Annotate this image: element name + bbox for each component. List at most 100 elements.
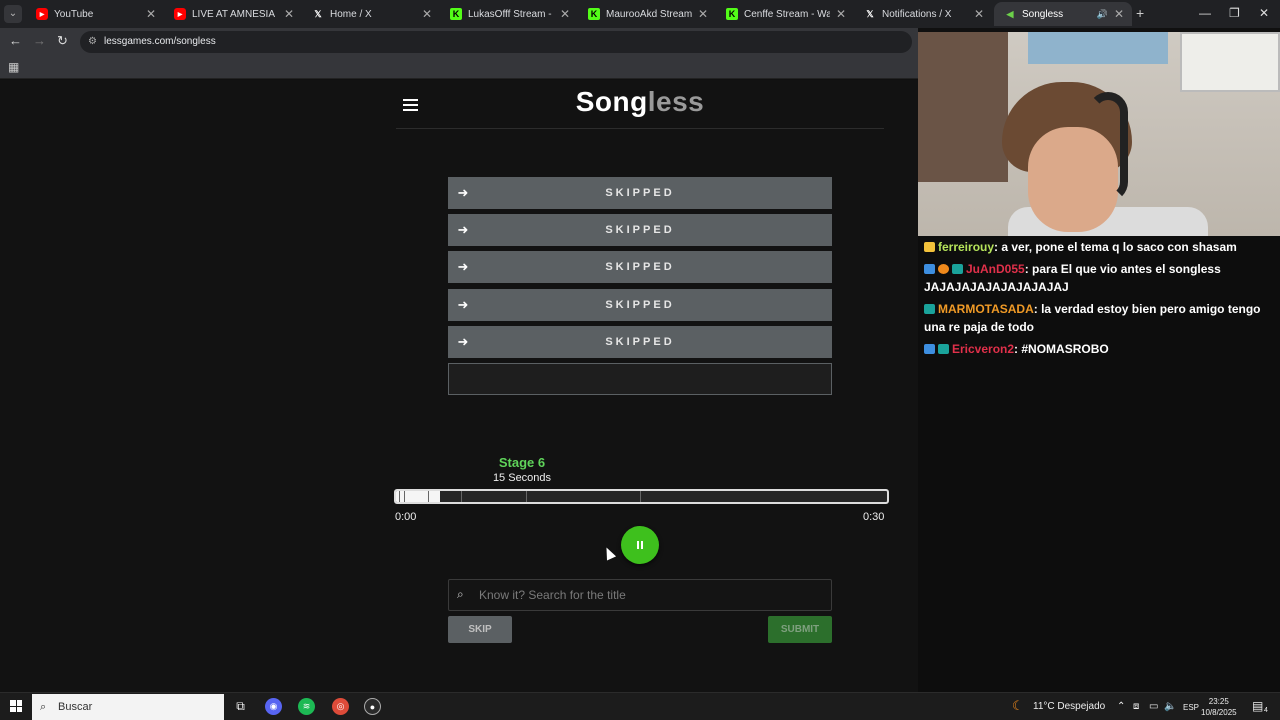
timeline-divider bbox=[428, 491, 429, 502]
tab-amnesia[interactable]: ▶ LIVE AT AMNESIA IBIZA | ... ✕ bbox=[164, 2, 302, 26]
stream-chat: ferreirouy: a ver, pone el tema q lo sac… bbox=[918, 236, 1280, 692]
minimize-button[interactable]: — bbox=[1199, 6, 1211, 20]
tab-x-home[interactable]: 𝕏 Home / X ✕ bbox=[302, 2, 440, 26]
obs-icon[interactable]: ● bbox=[364, 698, 381, 715]
menu-icon[interactable] bbox=[403, 99, 418, 114]
task-view-icon[interactable]: ⧉ bbox=[232, 698, 249, 715]
close-icon[interactable]: ✕ bbox=[284, 7, 294, 21]
forward-icon[interactable]: → bbox=[33, 33, 46, 48]
header-divider bbox=[396, 128, 884, 129]
timeline-divider bbox=[399, 491, 400, 502]
chat-username: ferreirouy bbox=[938, 240, 995, 254]
tab-title: Notifications / X bbox=[882, 8, 952, 20]
new-tab-button[interactable]: + bbox=[1136, 5, 1144, 21]
taskbar-search-placeholder: Buscar bbox=[58, 701, 93, 713]
chat-username: JuAnD055 bbox=[966, 262, 1025, 276]
close-icon[interactable]: ✕ bbox=[698, 7, 708, 21]
subscriber-badge-icon bbox=[924, 304, 935, 314]
tab-title: LIVE AT AMNESIA IBIZA | ... bbox=[192, 8, 278, 20]
close-icon[interactable]: ✕ bbox=[836, 7, 846, 21]
chrome-icon[interactable]: ◎ bbox=[332, 698, 349, 715]
timeline-divider bbox=[461, 491, 462, 502]
submit-button[interactable]: SUBMIT bbox=[768, 616, 832, 643]
founder-badge-icon bbox=[938, 264, 949, 274]
chat-username: MARMOTASADA bbox=[938, 302, 1034, 316]
kick-icon: K bbox=[450, 8, 462, 20]
language-indicator[interactable]: ESP bbox=[1183, 703, 1199, 712]
notification-icon[interactable]: ▤ bbox=[1252, 699, 1263, 713]
skip-button[interactable]: SKIP bbox=[448, 616, 512, 643]
spotify-icon[interactable]: ≋ bbox=[298, 698, 315, 715]
arrow-right-icon: ➜ bbox=[457, 259, 469, 274]
logo-less: less bbox=[647, 86, 705, 117]
site-info-icon[interactable]: ⚙ bbox=[88, 31, 97, 53]
song-search-input[interactable] bbox=[479, 580, 819, 610]
volume-icon[interactable]: 🔈 bbox=[1164, 701, 1176, 712]
tab-search-chevron-icon[interactable]: ⌄ bbox=[4, 5, 22, 23]
restore-button[interactable]: ❐ bbox=[1229, 6, 1240, 20]
headphones bbox=[1088, 92, 1128, 202]
taskbar-search[interactable]: ⌕ Buscar bbox=[32, 694, 224, 720]
tab-maurooakd[interactable]: K MaurooAkd Stream - Watc... ✕ bbox=[578, 2, 716, 26]
x-icon: 𝕏 bbox=[866, 8, 874, 19]
guess-label: SKIPPED bbox=[605, 261, 675, 273]
timeline-divider bbox=[404, 491, 405, 502]
chat-message: Ericveron2: #NOMASROBO bbox=[924, 340, 1274, 358]
songless-logo: Songless bbox=[540, 86, 740, 118]
guess-row: ➜ SKIPPED bbox=[448, 214, 832, 246]
speaker-icon[interactable]: 🔊 bbox=[1097, 9, 1108, 20]
window-close-button[interactable]: ✕ bbox=[1259, 6, 1269, 20]
subscriber-badge-icon bbox=[938, 344, 949, 354]
battery-icon[interactable]: ▭ bbox=[1149, 701, 1158, 712]
arrow-right-icon: ➜ bbox=[457, 334, 469, 349]
timeline-divider bbox=[640, 491, 641, 502]
chat-text: : a ver, pone el tema q lo saco con shas… bbox=[994, 240, 1237, 254]
pause-button[interactable] bbox=[621, 526, 659, 564]
clock-date: 10/8/2025 bbox=[1201, 708, 1237, 717]
song-search-field[interactable]: ⌕ bbox=[448, 579, 832, 611]
crown-badge-icon bbox=[924, 242, 935, 252]
tab-title: Cenffe Stream - Watch Liv... bbox=[744, 8, 830, 20]
chat-message: ferreirouy: a ver, pone el tema q lo sac… bbox=[924, 238, 1274, 256]
chat-message: JuAnD055: para El que vio antes el songl… bbox=[924, 260, 1274, 296]
guess-row: ➜ SKIPPED bbox=[448, 326, 832, 358]
close-icon[interactable]: ✕ bbox=[1114, 7, 1124, 21]
youtube-icon: ▶ bbox=[174, 8, 186, 20]
start-button[interactable] bbox=[10, 700, 22, 712]
audio-timeline[interactable] bbox=[394, 489, 889, 504]
discord-icon[interactable]: ◉ bbox=[265, 698, 282, 715]
windows-taskbar: ⌕ Buscar ⧉ ◉ ≋ ◎ ● ☾ 11°C Despejado ⌃ ⧈ … bbox=[0, 692, 1280, 720]
songless-icon: ◀ bbox=[1006, 8, 1014, 19]
weather-text[interactable]: 11°C Despejado bbox=[1033, 701, 1105, 712]
tab-title: YouTube bbox=[54, 8, 94, 20]
browser-toolbar: ← → ↻ ⚙ lessgames.com/songless bbox=[0, 28, 918, 55]
network-icon[interactable]: ⧈ bbox=[1133, 701, 1139, 712]
close-icon[interactable]: ✕ bbox=[974, 7, 984, 21]
stage-label: Stage 6 bbox=[498, 455, 546, 470]
apps-grid-icon[interactable]: ▦ bbox=[8, 60, 19, 74]
songless-page: Songless ➜ SKIPPED ➜ SKIPPED ➜ SKIPPED ➜… bbox=[0, 80, 918, 692]
close-icon[interactable]: ✕ bbox=[146, 7, 156, 21]
tab-title: Songless bbox=[1022, 8, 1064, 20]
tab-songless[interactable]: ◀ Songless 🔊 ✕ bbox=[994, 2, 1132, 26]
subscriber-badge-icon bbox=[952, 264, 963, 274]
tab-title: Home / X bbox=[330, 8, 372, 20]
tab-cenffe[interactable]: K Cenffe Stream - Watch Liv... ✕ bbox=[716, 2, 854, 26]
tab-youtube[interactable]: ▶ YouTube ✕ bbox=[26, 2, 164, 26]
notification-count: 4 bbox=[1264, 707, 1268, 714]
tab-lukasofff[interactable]: K LukasOfff Stream - Watch ... ✕ bbox=[440, 2, 578, 26]
arrow-right-icon: ➜ bbox=[457, 297, 469, 312]
guess-row: ➜ SKIPPED bbox=[448, 289, 832, 321]
tab-notifications[interactable]: 𝕏 Notifications / X ✕ bbox=[854, 2, 992, 26]
address-bar[interactable]: ⚙ lessgames.com/songless bbox=[80, 31, 912, 53]
tab-strip: ⌄ ▶ YouTube ✕ ▶ LIVE AT AMNESIA IBIZA | … bbox=[0, 0, 1280, 28]
time-start: 0:00 bbox=[395, 511, 417, 523]
timeline-progress bbox=[396, 491, 441, 502]
close-icon[interactable]: ✕ bbox=[560, 7, 570, 21]
chevron-up-icon[interactable]: ⌃ bbox=[1117, 701, 1125, 712]
back-icon[interactable]: ← bbox=[9, 33, 22, 48]
close-icon[interactable]: ✕ bbox=[422, 7, 432, 21]
clock[interactable]: 23:25 10/8/2025 bbox=[1201, 696, 1237, 718]
reload-icon[interactable]: ↻ bbox=[57, 33, 68, 49]
time-end: 0:30 bbox=[863, 511, 885, 523]
